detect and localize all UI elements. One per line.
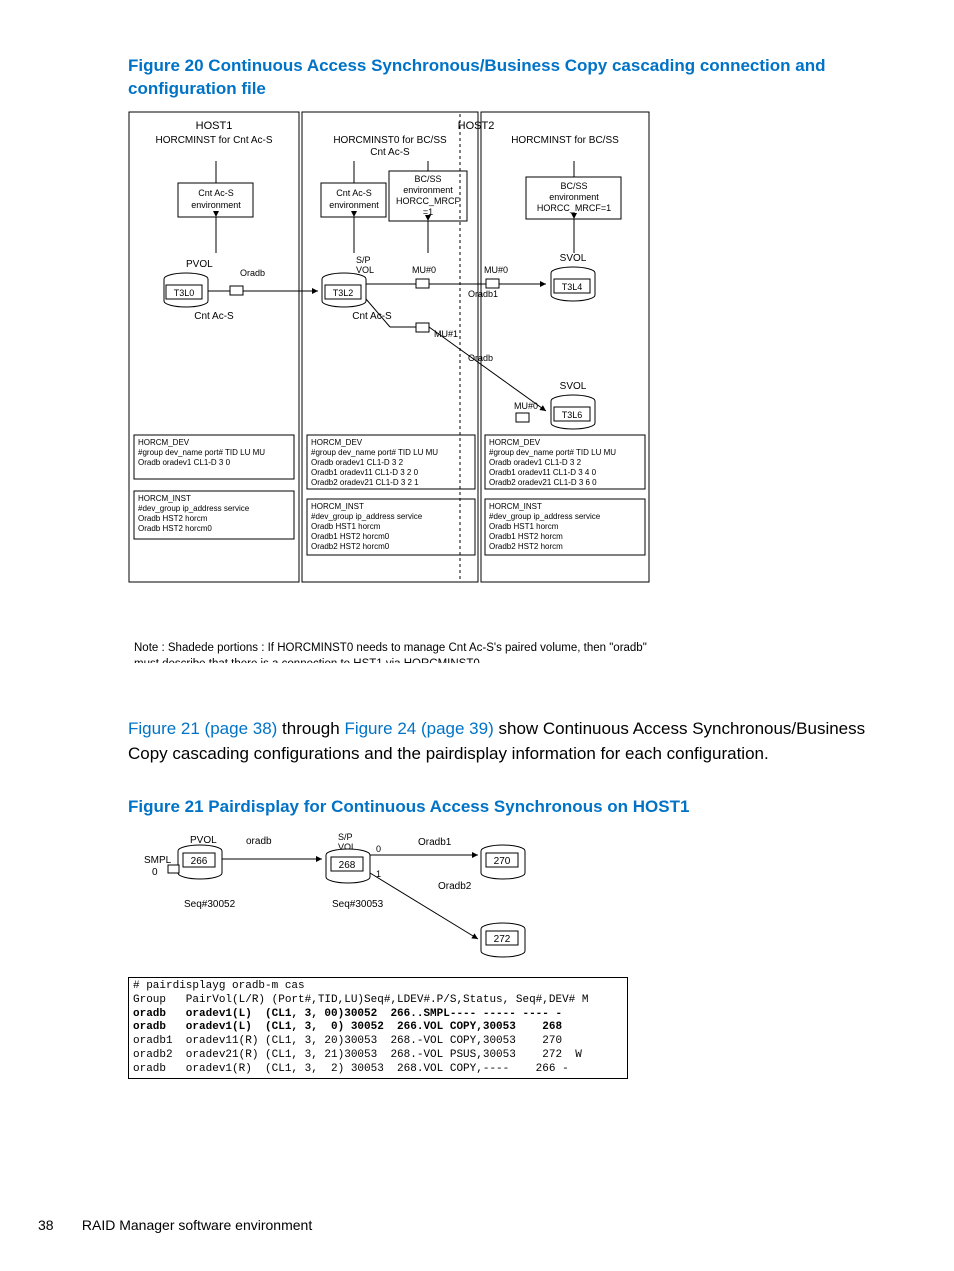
h2r-mu0b: MU#0 <box>514 401 538 411</box>
h2l-env1-l2: environment <box>329 200 379 210</box>
f21-pvol: PVOL <box>190 835 217 846</box>
h2l-dev-hdr: #group dev_name port# TID LU MU <box>311 448 438 457</box>
host1-title: HOST1 <box>196 120 233 132</box>
h2l-dev-title: HORCM_DEV <box>311 438 363 447</box>
h2l-inst-r0: Oradb HST1 horcm <box>311 522 381 531</box>
link-figure-21[interactable]: Figure 21 (page 38) <box>128 719 277 738</box>
f21-268: 268 <box>339 860 356 871</box>
figure-20-diagram: HOST1 HORCMINST for Cnt Ac-S HOST2 HORCM… <box>128 111 869 667</box>
pd-row-0: oradb oradev1(L) (CL1, 3, 00)30052 266..… <box>133 1008 623 1022</box>
h1-inst-hdr: #dev_group ip_address service <box>138 504 250 513</box>
footer-title: RAID Manager software environment <box>82 1217 312 1233</box>
h2r-svol1: SVOL <box>560 253 587 264</box>
pd-row-4: oradb oradev1(R) (CL1, 3, 2) 30053 268.V… <box>133 1063 623 1077</box>
h2l-env2-l1: BC/SS <box>414 174 441 184</box>
h2l-env1-l1: Cnt Ac-S <box>336 188 372 198</box>
f21-oradb: oradb <box>246 836 272 847</box>
h2r-dev-hdr: #group dev_name port# TID LU MU <box>489 448 616 457</box>
h1-env-l2: environment <box>191 200 241 210</box>
h2r-disk1: T3L4 <box>562 282 583 292</box>
host2r-sub: HORCMINST for BC/SS <box>511 135 619 146</box>
h2r-disk2: T3L6 <box>562 410 583 420</box>
h2l-env2-l2: environment <box>403 185 453 195</box>
h2l-link: Cnt Ac-S <box>352 311 392 322</box>
h1-inst-title: HORCM_INST <box>138 494 191 503</box>
h2r-inst-r1: Oradb1 HST2 horcm <box>489 532 563 541</box>
h2l-inst-title: HORCM_INST <box>311 502 364 511</box>
h2l-dev-r2: Oradb2 oradev21 CL1-D 3 2 1 <box>311 478 419 487</box>
h1-link: Cnt Ac-S <box>194 311 234 322</box>
h2r-mu0a: MU#0 <box>484 265 508 275</box>
h2l-spvol-l1: S/P <box>356 255 371 265</box>
h1-dev-title: HORCM_DEV <box>138 438 190 447</box>
h2l-dev-r1: Oradb1 oradev11 CL1-D 3 2 0 <box>311 468 419 477</box>
page-footer: 38 RAID Manager software environment <box>38 1217 312 1233</box>
h2r-inst-title: HORCM_INST <box>489 502 542 511</box>
h2l-inst-r2: Oradb2 HST2 horcm0 <box>311 542 390 551</box>
h2r-svol2: SVOL <box>560 381 587 392</box>
pd-row-3: oradb2 oradev21(R) (CL1, 3, 21)30053 268… <box>133 1049 623 1063</box>
pd-row-2: oradb1 oradev11(R) (CL1, 3, 20)30053 268… <box>133 1035 623 1049</box>
h2r-env-l1: BC/SS <box>560 181 587 191</box>
h1-pvol: PVOL <box>186 259 213 270</box>
pairdisplay-output: # pairdisplayg oradb-m casGroup PairVol(… <box>128 977 628 1079</box>
host1-sub: HORCMINST for Cnt Ac-S <box>155 135 272 146</box>
h2r-dev-title: HORCM_DEV <box>489 438 541 447</box>
h1-inst-r1: Oradb HST2 horcm0 <box>138 524 212 533</box>
figure-20-note: Note : Shadede portions : If HORCMINST0 … <box>134 641 650 663</box>
host2-title: HOST2 <box>458 120 495 132</box>
h2r-oradb1: Oradb1 <box>468 289 498 299</box>
h2r-inst-hdr: #dev_group ip_address service <box>489 512 601 521</box>
link-figure-24[interactable]: Figure 24 (page 39) <box>344 719 493 738</box>
figure-21-diagram: SMPL 0 PVOL 266 Seq#30052 oradb S/P VOL <box>128 829 869 969</box>
h1-inst-r0: Oradb HST2 horcm <box>138 514 208 523</box>
pd-header: Group PairVol(L/R) (Port#,TID,LU)Seq#,LD… <box>133 994 623 1008</box>
h2l-inst-hdr: #dev_group ip_address service <box>311 512 423 521</box>
h2l-disk: T3L2 <box>333 288 354 298</box>
h2r-env-l2: environment <box>549 192 599 202</box>
h2r-dev-r0: Oradb oradev1 CL1-D 3 2 <box>489 458 582 467</box>
body-paragraph: Figure 21 (page 38) through Figure 24 (p… <box>128 717 869 766</box>
h2l-mu1: MU#1 <box>434 329 458 339</box>
host2-sub1: HORCMINST0 for BC/SS <box>333 135 447 146</box>
h2l-env2-l4: =1 <box>423 207 433 217</box>
page-number: 38 <box>38 1217 78 1233</box>
h1-disk: T3L0 <box>174 288 195 298</box>
h2r-oradb: Oradb <box>468 353 493 363</box>
host2-sub2: Cnt Ac-S <box>370 147 410 158</box>
h1-oradb: Oradb <box>240 268 265 278</box>
f21-seq1: Seq#30052 <box>184 899 236 910</box>
figure-20-caption: Figure 20 Continuous Access Synchronous/… <box>128 55 869 101</box>
h2r-env-l3: HORCC_MRCF=1 <box>537 203 611 213</box>
f21-smpl-l1: SMPL <box>144 855 172 866</box>
h2r-dev-r1: Oradb1 oradev11 CL1-D 3 4 0 <box>489 468 597 477</box>
pd-cmd: # pairdisplayg oradb-m cas <box>133 980 623 994</box>
h2l-dev-r0: Oradb oradev1 CL1-D 3 2 <box>311 458 404 467</box>
para-mid: through <box>277 719 344 738</box>
h2l-inst-r1: Oradb1 HST2 horcm0 <box>311 532 390 541</box>
h1-env-l1: Cnt Ac-S <box>198 188 234 198</box>
f21-seq2: Seq#30053 <box>332 899 384 910</box>
h2r-inst-r2: Oradb2 HST2 horcm <box>489 542 563 551</box>
f21-oradb1: Oradb1 <box>418 837 452 848</box>
h2r-inst-r0: Oradb HST1 horcm <box>489 522 559 531</box>
h1-dev-hdr: #group dev_name port# TID LU MU <box>138 448 265 457</box>
h2r-dev-r2: Oradb2 oradev21 CL1-D 3 6 0 <box>489 478 597 487</box>
figure-21-caption: Figure 21 Pairdisplay for Continuous Acc… <box>128 796 869 819</box>
h2l-spvol-l2: VOL <box>356 265 374 275</box>
f21-spvol-l1: S/P <box>338 832 353 842</box>
f21-oradb2: Oradb2 <box>438 881 472 892</box>
h2l-mu0: MU#0 <box>412 265 436 275</box>
h2l-env2-l3: HORCC_MRCF <box>396 196 461 206</box>
h1-dev-r0: Oradb oradev1 CL1-D 3 0 <box>138 458 231 467</box>
pd-row-1: oradb oradev1(L) (CL1, 3, 0) 30052 266.V… <box>133 1021 623 1035</box>
f21-266: 266 <box>191 856 208 867</box>
f21-smpl-l2: 0 <box>152 867 158 878</box>
f21-zero: 0 <box>376 844 381 854</box>
f21-272: 272 <box>494 934 511 945</box>
f21-270: 270 <box>494 856 511 867</box>
